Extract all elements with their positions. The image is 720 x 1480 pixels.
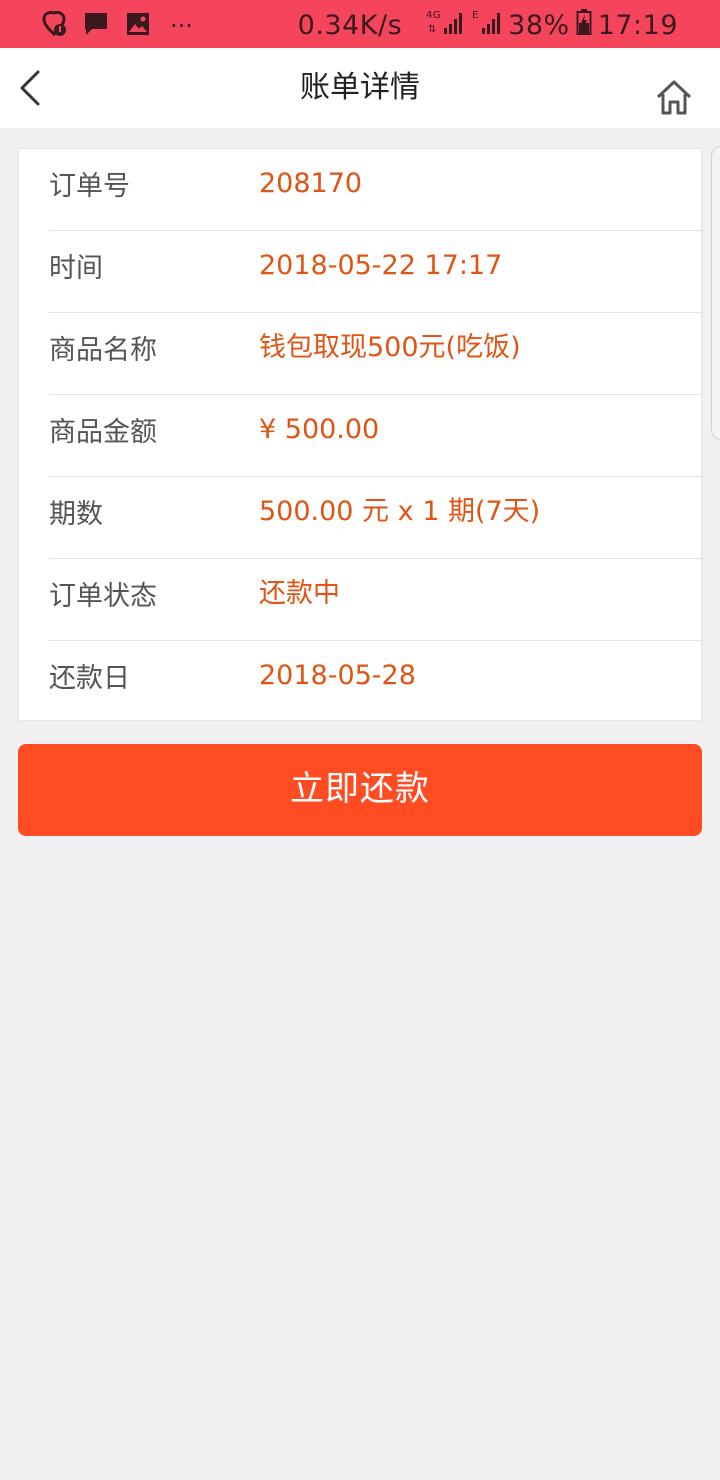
system-status: 0.34K/s 4G ⇅ E 38% 17:19 bbox=[292, 8, 678, 43]
signal-e-icon: E bbox=[472, 8, 504, 43]
detail-value: 2018-05-22 17:17 bbox=[259, 250, 503, 281]
chevron-left-icon bbox=[20, 70, 40, 106]
detail-label: 期数 bbox=[49, 499, 103, 530]
svg-text:E: E bbox=[472, 10, 479, 21]
detail-label: 订单号 bbox=[49, 171, 130, 202]
page-title: 账单详情 bbox=[300, 70, 420, 105]
detail-row-installments: 期数 500.00 元 x 1 期(7天) bbox=[49, 477, 703, 559]
detail-value: ¥ 500.00 bbox=[259, 414, 380, 445]
detail-label: 商品名称 bbox=[49, 335, 157, 366]
detail-value: 钱包取现500元(吃饭) bbox=[259, 332, 521, 363]
detail-row-order-number: 订单号 208170 bbox=[49, 149, 703, 231]
detail-label: 商品金额 bbox=[49, 417, 157, 448]
edge-panel-handle[interactable] bbox=[711, 146, 720, 440]
repay-now-button[interactable]: 立即还款 bbox=[18, 744, 702, 836]
home-icon bbox=[656, 80, 692, 115]
detail-row-order-status: 订单状态 还款中 bbox=[49, 559, 703, 641]
detail-row-product-name: 商品名称 钱包取现500元(吃饭) bbox=[49, 313, 703, 395]
home-button[interactable] bbox=[654, 78, 694, 118]
top-nav-bar: 账单详情 bbox=[0, 48, 720, 128]
detail-label: 时间 bbox=[49, 253, 103, 284]
notification-icons: ··· bbox=[40, 10, 207, 42]
message-icon bbox=[82, 10, 110, 42]
signal-4g-icon: 4G ⇅ bbox=[426, 8, 466, 43]
detail-value: 还款中 bbox=[259, 578, 340, 609]
battery-icon bbox=[576, 8, 592, 43]
back-button[interactable] bbox=[14, 68, 50, 108]
more-icon: ··· bbox=[170, 12, 193, 40]
detail-value: 208170 bbox=[259, 168, 363, 199]
shield-heart-icon bbox=[40, 10, 68, 42]
network-speed: 0.34K/s bbox=[297, 10, 403, 41]
detail-row-product-amount: 商品金额 ¥ 500.00 bbox=[49, 395, 703, 477]
detail-row-repayment-date: 还款日 2018-05-28 bbox=[49, 641, 703, 723]
clock: 17:19 bbox=[597, 10, 678, 41]
detail-label: 订单状态 bbox=[49, 581, 157, 612]
status-bar: ··· 0.34K/s 4G ⇅ E 38% 17:19 bbox=[0, 0, 720, 48]
svg-text:4G: 4G bbox=[426, 10, 441, 21]
detail-value: 500.00 元 x 1 期(7天) bbox=[259, 496, 541, 527]
detail-label: 还款日 bbox=[49, 663, 130, 694]
battery-percent: 38% bbox=[508, 10, 570, 41]
detail-row-time: 时间 2018-05-22 17:17 bbox=[49, 231, 703, 313]
image-icon bbox=[124, 10, 152, 42]
svg-text:⇅: ⇅ bbox=[428, 24, 437, 35]
bill-detail-card: 订单号 208170 时间 2018-05-22 17:17 商品名称 钱包取现… bbox=[18, 148, 703, 723]
detail-value: 2018-05-28 bbox=[259, 660, 416, 691]
